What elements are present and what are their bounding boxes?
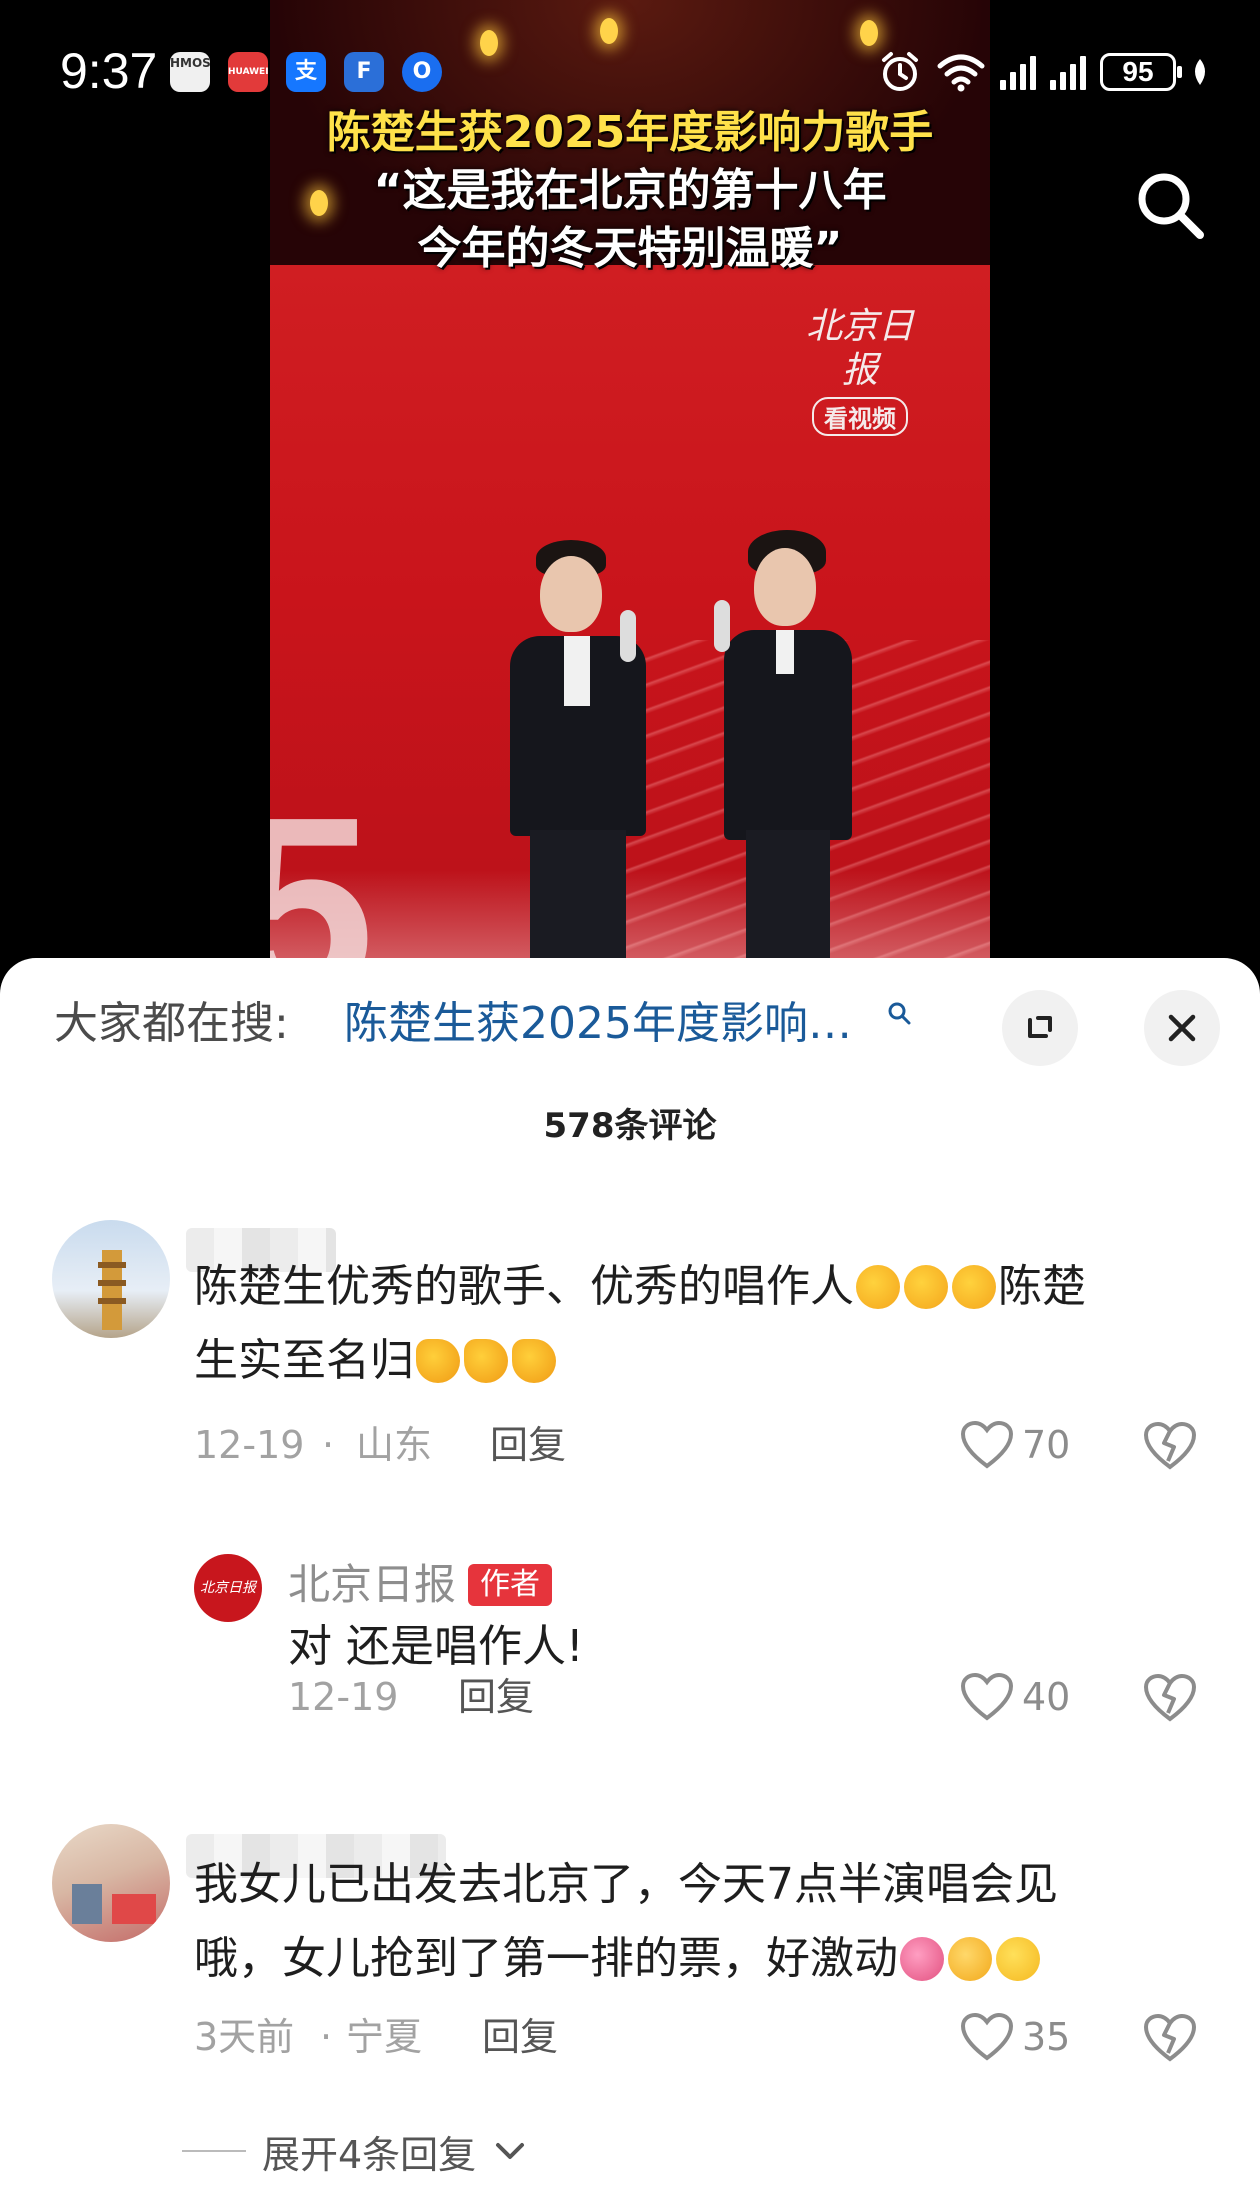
heart-icon	[960, 2012, 1014, 2061]
huawei-icon: HUAWEI	[228, 52, 269, 92]
comment-text-part: 陈楚生优秀的歌手、优秀的唱作人	[194, 1261, 854, 1312]
heart-icon	[960, 1672, 1014, 1721]
status-indicators: 95	[878, 52, 1210, 92]
search-small-icon[interactable]	[886, 1000, 914, 1028]
author-name[interactable]: 北京日报	[288, 1558, 456, 1612]
finger-heart-emoji-icon	[948, 1937, 992, 1981]
signal-icon	[1000, 54, 1036, 90]
author-avatar[interactable]: 北京日报	[194, 1554, 262, 1622]
alipay-icon: 支	[286, 52, 326, 92]
leaf-icon	[1195, 59, 1205, 85]
expand-divider	[182, 2150, 246, 2152]
like-button[interactable]: 40	[960, 1667, 1070, 1727]
comment-location: 山东	[356, 1423, 433, 1467]
meta-separator: ·	[320, 2015, 333, 2059]
caption-line-3: 今年的冬天特别温暖”	[417, 223, 843, 274]
comment-text: 陈楚生优秀的歌手、优秀的唱作人 陈楚 生实至名归	[194, 1250, 1214, 1398]
avatar[interactable]	[52, 1220, 170, 1338]
like-count: 35	[1022, 2015, 1071, 2059]
avatar[interactable]	[52, 1824, 170, 1942]
thumbs-up-emoji-icon	[512, 1339, 556, 1383]
author-avatar-text: 北京日报	[200, 1580, 256, 1596]
alarm-icon	[882, 52, 918, 91]
battery-indicator: 95	[1100, 53, 1182, 91]
heart-icon	[960, 1420, 1014, 1469]
author-badge: 作者	[468, 1564, 552, 1606]
comment-text-part: 生实至名归	[194, 1335, 414, 1386]
comment-count: 578条评论	[543, 1106, 717, 1146]
comment-text-part: 陈楚	[998, 1261, 1086, 1312]
close-button[interactable]	[1144, 990, 1220, 1066]
stage-backdrop-digit: 5	[270, 764, 375, 980]
like-button[interactable]: 35	[960, 2007, 1070, 2067]
like-count: 40	[1022, 1675, 1071, 1719]
chevron-down-icon	[496, 2143, 525, 2159]
clap-emoji-icon	[856, 1265, 900, 1309]
reply-button[interactable]: 回复	[490, 1420, 566, 1470]
broken-heart-icon[interactable]	[1142, 1417, 1198, 1473]
comment-text-part: 哦，女儿抢到了第一排的票，好激动	[194, 1933, 898, 1984]
reply-button[interactable]: 回复	[458, 1672, 534, 1722]
like-count: 70	[1022, 1423, 1071, 1467]
comment-sheet: 大家都在搜: 陈楚生获2025年度影响… 578条评论 陈楚生优秀的歌手、优秀的…	[0, 958, 1260, 2205]
trending-search-link[interactable]: 陈楚生获2025年度影响…	[344, 996, 852, 1052]
securities-app-icon: F	[344, 52, 384, 92]
clap-emoji-icon	[904, 1265, 948, 1309]
clock: 9:37	[60, 43, 158, 99]
comment-date: 12-19	[194, 1423, 305, 1467]
like-button[interactable]: 70	[960, 1415, 1070, 1475]
close-icon	[1168, 1014, 1196, 1042]
caption-line-2: “这是我在北京的第十八年	[373, 165, 887, 216]
search-icon[interactable]	[1130, 165, 1210, 245]
comment-text-part: 我女儿已出发去北京了，今天7点半演唱会见	[194, 1859, 1058, 1910]
meta-separator: ·	[322, 1423, 335, 1467]
hug-emoji-icon	[900, 1937, 944, 1981]
thumbs-up-emoji-icon	[416, 1339, 460, 1383]
expand-replies-label: 展开4条回复	[262, 2132, 477, 2177]
broken-heart-icon[interactable]	[1142, 2009, 1198, 2065]
wifi-icon	[937, 54, 985, 92]
expand-replies-button[interactable]: 展开4条回复	[182, 2123, 528, 2179]
expand-icon	[1028, 1016, 1052, 1038]
watermark: 北京日报 看视频	[790, 305, 930, 436]
reply-button[interactable]: 回复	[482, 2012, 558, 2062]
thumbs-up-emoji-icon	[464, 1339, 508, 1383]
trending-search-row: 大家都在搜: 陈楚生获2025年度影响…	[0, 958, 1260, 1088]
watermark-title: 北京日报	[805, 306, 914, 391]
status-bar: 9:37 HMOS HUAWEI 支 F O 95	[0, 0, 1260, 150]
smile-emoji-icon	[996, 1937, 1040, 1981]
clap-emoji-icon	[952, 1265, 996, 1309]
comment-text: 我女儿已出发去北京了，今天7点半演唱会见 哦，女儿抢到了第一排的票，好激动	[194, 1848, 1224, 1996]
comment-location: 宁夏	[346, 2015, 423, 2059]
trending-search-label: 大家都在搜:	[54, 998, 289, 1049]
signal-icon-2	[1050, 54, 1086, 90]
comment-date: 3天前	[194, 2015, 295, 2059]
watermark-sub: 看视频	[812, 397, 908, 436]
hmos-icon: HMOS	[170, 52, 211, 92]
browser-icon: O	[402, 52, 442, 92]
reply-date: 12-19	[288, 1675, 399, 1719]
broken-heart-icon[interactable]	[1142, 1669, 1198, 1725]
expand-button[interactable]	[1002, 990, 1078, 1066]
